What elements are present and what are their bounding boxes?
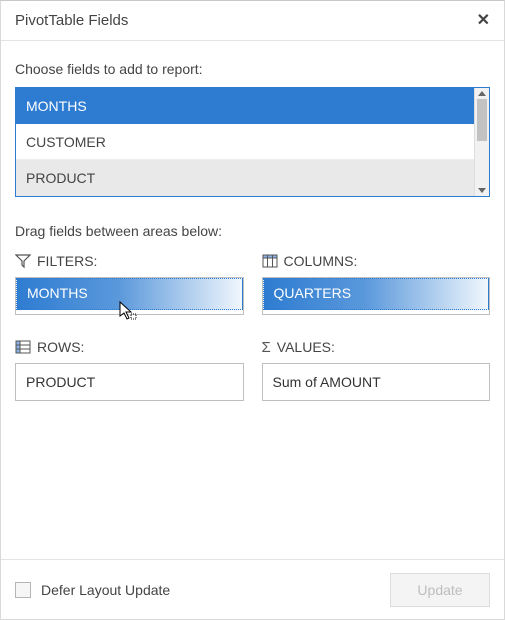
values-dropzone[interactable]: Sum of AMOUNT	[262, 363, 491, 401]
scroll-up-icon[interactable]	[478, 91, 486, 96]
field-list[interactable]: MONTHS CUSTOMER PRODUCT	[15, 87, 490, 197]
update-button[interactable]: Update	[390, 573, 490, 607]
panel-content: Choose fields to add to report: MONTHS C…	[1, 41, 504, 559]
field-item-label: MONTHS	[26, 98, 87, 114]
rows-area: ROWS: PRODUCT	[15, 339, 244, 401]
values-title: VALUES:	[277, 339, 335, 355]
columns-header: COLUMNS:	[262, 253, 491, 269]
rows-dropzone[interactable]: PRODUCT	[15, 363, 244, 401]
field-item-product[interactable]: PRODUCT	[16, 160, 474, 196]
field-list-items: MONTHS CUSTOMER PRODUCT	[16, 88, 474, 196]
columns-area: COLUMNS: QUARTERS	[262, 253, 491, 315]
drag-ghost-label: QUARTERS	[274, 285, 352, 301]
rows-title: ROWS:	[37, 339, 84, 355]
sigma-icon: Σ	[262, 340, 271, 355]
field-item-months[interactable]: MONTHS	[16, 88, 474, 124]
defer-update-label: Defer Layout Update	[41, 582, 380, 598]
pivottable-fields-panel: PivotTable Fields ✕ Choose fields to add…	[0, 0, 505, 620]
panel-title: PivotTable Fields	[15, 12, 477, 29]
columns-drag-ghost: QUARTERS	[263, 278, 490, 310]
rows-header: ROWS:	[15, 339, 244, 355]
filters-header: FILTERS:	[15, 253, 244, 269]
columns-title: COLUMNS:	[284, 253, 358, 269]
rows-icon	[15, 339, 31, 355]
scroll-thumb[interactable]	[477, 99, 487, 141]
drop-areas: FILTERS: MONTHS COLUMNS:	[15, 253, 490, 401]
panel-header: PivotTable Fields ✕	[1, 1, 504, 41]
columns-icon	[262, 253, 278, 269]
filters-dropzone[interactable]: MONTHS	[15, 277, 244, 315]
drag-fields-label: Drag fields between areas below:	[15, 223, 490, 239]
columns-dropzone[interactable]: QUARTERS	[262, 277, 491, 315]
filters-drag-ghost: MONTHS	[16, 278, 243, 310]
field-list-scrollbar[interactable]	[474, 88, 489, 196]
scroll-down-icon[interactable]	[478, 188, 486, 193]
rows-entry-product[interactable]: PRODUCT	[26, 372, 233, 392]
field-item-label: PRODUCT	[26, 170, 95, 186]
filters-title: FILTERS:	[37, 253, 97, 269]
values-header: Σ VALUES:	[262, 339, 491, 355]
filters-area: FILTERS: MONTHS	[15, 253, 244, 315]
close-icon[interactable]: ✕	[477, 13, 490, 29]
field-item-customer[interactable]: CUSTOMER	[16, 124, 474, 160]
field-item-label: CUSTOMER	[26, 134, 106, 150]
choose-fields-label: Choose fields to add to report:	[15, 61, 490, 77]
defer-update-checkbox[interactable]	[15, 582, 31, 598]
panel-footer: Defer Layout Update Update	[1, 559, 504, 619]
values-entry-amount[interactable]: Sum of AMOUNT	[273, 372, 480, 392]
values-area: Σ VALUES: Sum of AMOUNT	[262, 339, 491, 401]
filter-icon	[15, 253, 31, 269]
drag-ghost-label: MONTHS	[27, 285, 88, 301]
